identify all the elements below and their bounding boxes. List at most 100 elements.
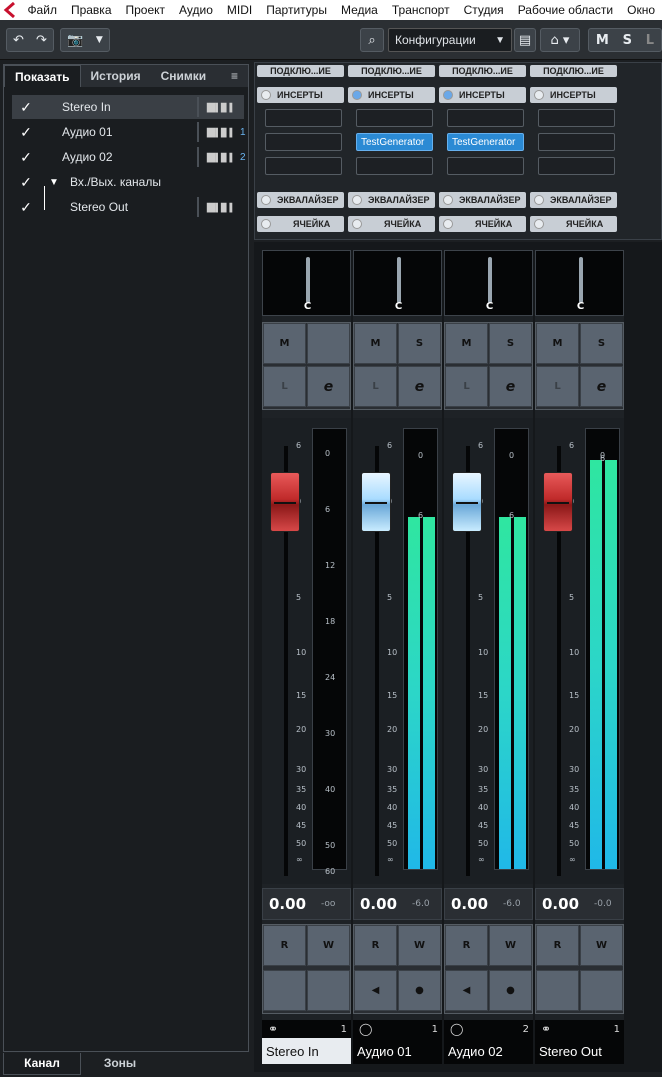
channel-name[interactable]: Аудио 01: [353, 1038, 442, 1064]
edit-channel-button[interactable]: e: [580, 366, 623, 407]
checkmark-icon[interactable]: ✓: [12, 199, 40, 216]
list-item[interactable]: ✓ Stereo Out ▐█▌█▐: [12, 186, 244, 219]
insert-slot[interactable]: [447, 157, 524, 175]
menu-item-scores[interactable]: Партитуры: [259, 3, 334, 17]
peak-value[interactable]: -oo: [321, 899, 335, 909]
power-icon[interactable]: [443, 219, 453, 229]
mute-button[interactable]: M: [536, 323, 579, 364]
monitor-button[interactable]: [536, 970, 579, 1011]
menu-item-media[interactable]: Медиа: [334, 3, 385, 17]
mute-button[interactable]: M: [263, 323, 306, 364]
snapshot-button[interactable]: 📷 ▼: [60, 28, 110, 52]
eq-header[interactable]: ЭКВАЛАЙЗЕР: [530, 192, 617, 208]
monitor-button[interactable]: ◀: [445, 970, 488, 1011]
routing-header[interactable]: ПОДКЛЮ...ИЕ: [257, 65, 344, 77]
power-icon[interactable]: [352, 90, 362, 100]
power-icon[interactable]: [352, 219, 362, 229]
channel-name[interactable]: Stereo Out: [535, 1038, 624, 1064]
insert-slot[interactable]: [265, 109, 342, 127]
channel-name-bar[interactable]: ⚭ 1 Stereo In: [262, 1020, 351, 1064]
channel-name[interactable]: Stereo In: [262, 1038, 351, 1064]
power-icon[interactable]: [443, 90, 453, 100]
menu-item-file[interactable]: Файл: [20, 3, 64, 17]
eq-header[interactable]: ЭКВАЛАЙЗЕР: [257, 192, 344, 208]
record-enable-button[interactable]: ●: [398, 970, 441, 1011]
channel-name-bar[interactable]: ◯ 2 Аудио 02: [444, 1020, 533, 1064]
undo-icon[interactable]: ↶: [13, 33, 24, 48]
peak-value[interactable]: -0.0: [594, 899, 612, 909]
power-icon[interactable]: [534, 90, 544, 100]
insert-slot[interactable]: [356, 157, 433, 175]
tab-zones[interactable]: Зоны: [81, 1053, 159, 1075]
menu-item-window[interactable]: Окно: [620, 3, 662, 17]
insert-slot[interactable]: [265, 157, 342, 175]
search-button[interactable]: ⌕: [360, 28, 384, 52]
cell-header[interactable]: ЯЧЕЙКА: [530, 216, 617, 232]
eq-header[interactable]: ЭКВАЛАЙЗЕР: [439, 192, 526, 208]
insert-slot[interactable]: [538, 133, 615, 151]
listen-toggle[interactable]: L: [646, 33, 654, 48]
checkmark-icon[interactable]: ✓: [12, 99, 40, 116]
listen-button[interactable]: L: [354, 366, 397, 407]
fader-value-display[interactable]: 0.00 -0.0: [535, 888, 624, 920]
channel-name[interactable]: Аудио 02: [444, 1038, 533, 1064]
insert-slot[interactable]: [538, 109, 615, 127]
read-automation-button[interactable]: R: [354, 925, 397, 966]
volume-fader[interactable]: [452, 472, 482, 532]
tab-snapshots[interactable]: Снимки: [151, 65, 217, 87]
edit-channel-button[interactable]: e: [307, 366, 350, 407]
routing-header[interactable]: ПОДКЛЮ...ИЕ: [439, 65, 526, 77]
menu-item-workspaces[interactable]: Рабочие области: [511, 3, 620, 17]
pan-control[interactable]: C: [262, 250, 351, 316]
cell-header[interactable]: ЯЧЕЙКА: [257, 216, 344, 232]
tab-show[interactable]: Показать: [4, 65, 81, 87]
record-enable-button[interactable]: ●: [489, 970, 532, 1011]
read-automation-button[interactable]: R: [445, 925, 488, 966]
volume-fader[interactable]: [543, 472, 573, 532]
power-icon[interactable]: [534, 195, 544, 205]
solo-button[interactable]: S: [489, 323, 532, 364]
write-automation-button[interactable]: W: [580, 925, 623, 966]
checkmark-icon[interactable]: ✓: [12, 174, 40, 191]
menu-item-studio[interactable]: Студия: [457, 3, 511, 17]
menu-item-midi[interactable]: MIDI: [220, 3, 259, 17]
peak-value[interactable]: -6.0: [503, 899, 521, 909]
monitor-button[interactable]: [263, 970, 306, 1011]
tab-channel[interactable]: Канал: [3, 1053, 81, 1075]
fader-value-display[interactable]: 0.00 -6.0: [444, 888, 533, 920]
record-enable-button[interactable]: [307, 970, 350, 1011]
configurations-dropdown[interactable]: Конфигурации ▼: [388, 28, 512, 52]
mute-button[interactable]: M: [445, 323, 488, 364]
menu-item-transport[interactable]: Транспорт: [385, 3, 457, 17]
pan-control[interactable]: C: [535, 250, 624, 316]
pan-control[interactable]: C: [353, 250, 442, 316]
inserts-header[interactable]: ИНСЕРТЫ: [257, 87, 344, 103]
volume-fader[interactable]: [270, 472, 300, 532]
peak-value[interactable]: -6.0: [412, 899, 430, 909]
menu-item-project[interactable]: Проект: [119, 3, 173, 17]
mute-button[interactable]: M: [354, 323, 397, 364]
edit-channel-button[interactable]: e: [398, 366, 441, 407]
insert-slot[interactable]: [447, 109, 524, 127]
volume-fader[interactable]: [361, 472, 391, 532]
monitor-button[interactable]: ◀: [354, 970, 397, 1011]
read-automation-button[interactable]: R: [536, 925, 579, 966]
power-icon[interactable]: [261, 219, 271, 229]
checkmark-icon[interactable]: ✓: [12, 149, 40, 166]
solo-button[interactable]: S: [580, 323, 623, 364]
cell-header[interactable]: ЯЧЕЙКА: [439, 216, 526, 232]
menu-item-edit[interactable]: Правка: [64, 3, 119, 17]
eq-header[interactable]: ЭКВАЛАЙЗЕР: [348, 192, 435, 208]
insert-slot[interactable]: [265, 133, 342, 151]
insert-slot[interactable]: TestGenerator: [356, 133, 433, 151]
power-icon[interactable]: [352, 195, 362, 205]
list-item[interactable]: ✓ Аудио 01 ▐█▌█▐ 1: [12, 120, 246, 144]
panel-menu-icon[interactable]: ≡: [221, 65, 248, 87]
routing-header[interactable]: ПОДКЛЮ...ИЕ: [530, 65, 617, 77]
cell-header[interactable]: ЯЧЕЙКА: [348, 216, 435, 232]
tab-history[interactable]: История: [81, 65, 151, 87]
solo-button[interactable]: [307, 323, 350, 364]
list-item[interactable]: ✓ Stereo In ▐█▌█▐: [12, 95, 244, 119]
power-icon[interactable]: [261, 90, 271, 100]
pan-control[interactable]: C: [444, 250, 533, 316]
